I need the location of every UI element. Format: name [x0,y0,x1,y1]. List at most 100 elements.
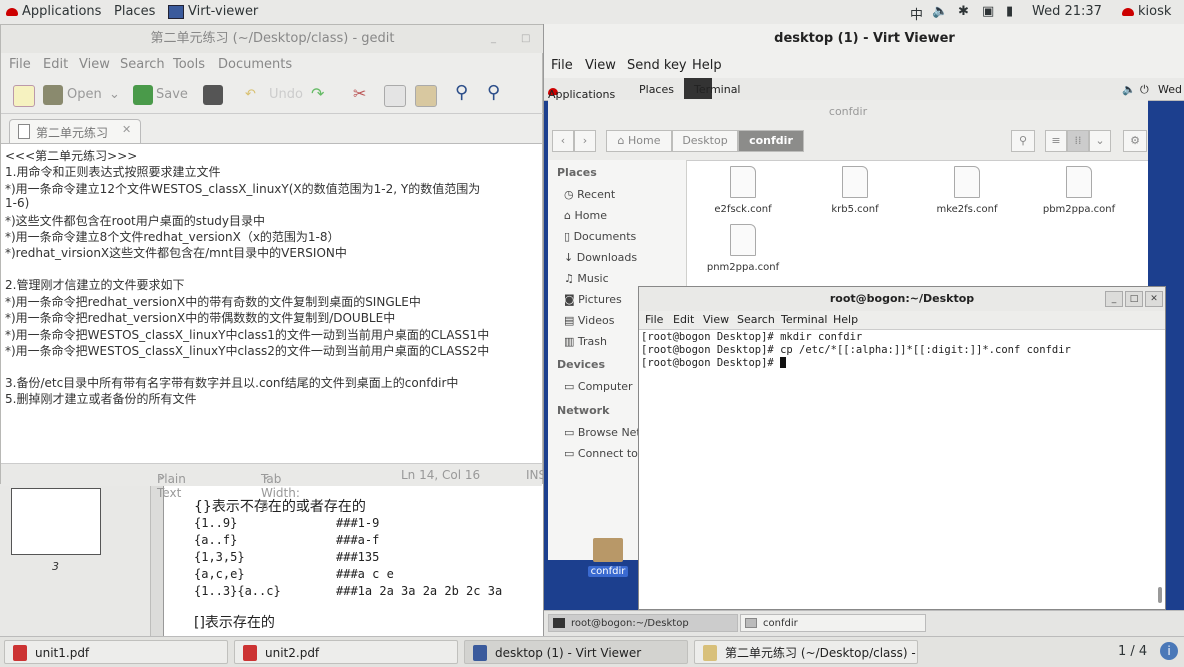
list-view-button[interactable]: ≡ [1045,130,1067,152]
path-home[interactable]: ⌂ Home [606,130,672,152]
sidebar-item-documents[interactable]: ▯ Documents [564,230,636,243]
places-menu[interactable]: Places [114,4,155,19]
menu-send-key[interactable]: Send key [627,58,687,73]
menu-view[interactable]: View [703,313,729,326]
guest-places-menu[interactable]: Places [639,83,674,96]
app-menu[interactable]: Virt-viewer [168,4,258,19]
menu-search[interactable]: Search [120,57,165,72]
task-gedit[interactable]: 第二单元练习 (~/Desktop/class) -... [694,640,918,664]
menu-help[interactable]: Help [833,313,858,326]
menu-documents[interactable]: Documents [218,57,292,72]
search-icon[interactable]: ⚲ [455,82,468,103]
save-button[interactable]: Save [156,87,188,102]
applications-menu[interactable]: Applications [6,4,101,19]
cut-icon[interactable]: ✂ [353,84,366,103]
task-unit2-pdf[interactable]: unit2.pdf [234,640,458,664]
menu-tools[interactable]: Tools [173,57,205,72]
settings-button[interactable]: ⚙ [1123,130,1147,152]
task-virt-viewer[interactable]: desktop (1) - Virt Viewer [464,640,688,664]
back-button[interactable]: ‹ [552,130,574,152]
gedit-titlebar[interactable]: 第二单元练习 (~/Desktop/class) - gedit [1,25,544,53]
virt-viewer-titlebar[interactable]: desktop (1) - Virt Viewer [544,24,1184,54]
battery-icon[interactable]: ▮ [1006,4,1013,19]
new-document-icon[interactable] [13,85,35,107]
menu-view[interactable]: View [585,58,616,73]
replace-icon[interactable]: ⚲ [487,82,500,103]
tab-width-selector[interactable]: Tab Width: 8 ⌄ [261,468,300,514]
menu-edit[interactable]: Edit [43,57,68,72]
menu-help[interactable]: Help [692,58,722,73]
sidebar-item-downloads[interactable]: ↓ Downloads [564,251,637,264]
task-unit1-pdf[interactable]: unit1.pdf [4,640,228,664]
minimize-button[interactable]: _ [491,33,496,44]
maximize-button[interactable]: □ [521,33,530,44]
guest-power-icon[interactable]: ⏻ [1140,83,1149,97]
file-item[interactable]: pnm2ppa.conf [698,224,788,273]
minimize-button[interactable]: _ [1105,291,1123,307]
file-item[interactable]: mke2fs.conf [922,166,1012,215]
sidebar-item-connect-server[interactable]: ▭ Connect to S [564,447,648,460]
volume-icon[interactable]: 🔈 [932,4,948,19]
undo-icon[interactable]: ↶ [245,87,256,102]
desktop-folder[interactable]: confdir [588,538,628,577]
sidebar-item-home[interactable]: ⌂ Home [564,209,607,222]
guest-clock[interactable]: Wed [1158,83,1182,96]
sidebar-item-music[interactable]: ♫ Music [564,272,609,285]
sidebar-item-videos[interactable]: ▤ Videos [564,314,614,327]
open-icon[interactable] [43,85,63,105]
file-item[interactable]: krb5.conf [810,166,900,215]
input-method[interactable]: 中 [910,4,923,23]
menu-file[interactable]: File [9,57,31,72]
guest-volume-icon[interactable]: 🔈 [1122,83,1136,96]
menu-search[interactable]: Search [737,313,775,326]
info-icon[interactable]: i [1160,642,1178,660]
sidebar-item-recent[interactable]: ◷ Recent [564,188,615,201]
gedit-text-area[interactable]: <<<第二单元练习>>> 1.用命令和正则表达式按照要求建立文件 *)用一条命令… [1,143,542,464]
close-button[interactable]: ✕ [1145,291,1163,307]
open-button[interactable]: Open [67,87,102,102]
pdf-icon [243,645,257,661]
network-icon[interactable]: ▣ [982,4,994,19]
paste-icon[interactable] [415,85,437,107]
terminal-titlebar[interactable]: root@bogon:~/Desktop [639,287,1165,311]
forward-button[interactable]: › [574,130,596,152]
sidebar-item-computer[interactable]: ▭ Computer [564,380,633,393]
menu-terminal[interactable]: Terminal [781,313,828,326]
file-manager-titlebar[interactable]: confdir [548,100,1148,124]
path-desktop[interactable]: Desktop [672,130,738,152]
view-options-button[interactable]: ⌄ [1089,130,1111,152]
copy-icon[interactable] [384,85,406,107]
save-icon[interactable] [133,85,153,105]
sidebar-item-trash[interactable]: ▥ Trash [564,335,607,348]
tab-close-icon[interactable]: ✕ [122,123,131,136]
guest-display[interactable]: Applications Places Terminal 🔈 ⏻ Wed con… [544,78,1184,636]
file-item[interactable]: pbm2ppa.conf [1034,166,1124,215]
bluetooth-icon[interactable]: ✱ [958,4,969,19]
clock[interactable]: Wed 21:37 [1032,4,1102,19]
menu-edit[interactable]: Edit [673,313,694,326]
menu-view[interactable]: View [79,57,110,72]
sidebar-item-pictures[interactable]: ◙ Pictures [564,293,622,306]
guest-task-terminal[interactable]: root@bogon:~/Desktop [548,614,738,632]
menu-file[interactable]: File [645,313,663,326]
print-icon[interactable] [203,85,223,105]
language-selector[interactable]: Plain Text ⌄ [157,468,186,500]
file-item[interactable]: e2fsck.conf [698,166,788,215]
page-thumbnail[interactable] [11,488,101,555]
redo-icon[interactable]: ↷ [311,84,324,103]
terminal-output[interactable]: [root@bogon Desktop]# mkdir confdir [roo… [639,329,1159,609]
search-button[interactable]: ⚲ [1011,130,1035,152]
path-confdir[interactable]: confdir [738,130,804,152]
user-menu[interactable]: kiosk [1122,4,1171,19]
sidebar-item-browse-network[interactable]: ▭ Browse Netw [564,426,650,439]
tab-document[interactable]: 第二单元练习 ✕ [9,119,141,144]
workspace-indicator[interactable]: 1 / 4 [1118,644,1147,659]
guest-terminal-menu[interactable]: Terminal [694,83,741,96]
scrollbar[interactable] [1158,587,1162,603]
guest-task-confdir[interactable]: confdir [740,614,926,632]
maximize-button[interactable]: □ [1125,291,1143,307]
undo-button[interactable]: Undo [269,87,303,102]
open-dropdown-icon[interactable]: ⌄ [109,87,120,102]
menu-file[interactable]: File [551,58,573,73]
grid-view-button[interactable]: ⁞⁞ [1067,130,1089,152]
